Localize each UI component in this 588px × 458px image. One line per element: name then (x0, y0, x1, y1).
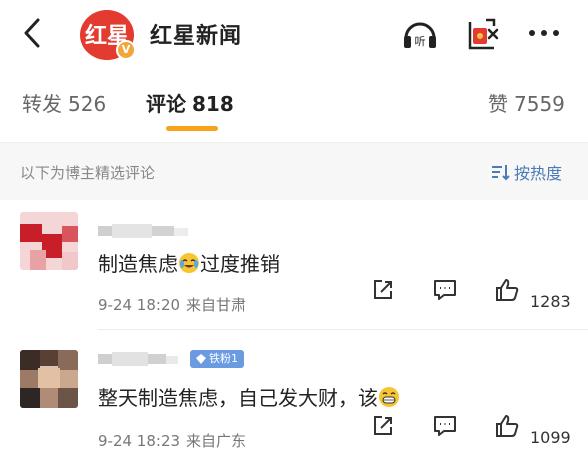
listen-label: 听 (415, 35, 426, 48)
username-obscured[interactable] (98, 352, 178, 366)
pixelated-avatar-image (20, 212, 78, 270)
comment-text-part-b: 过度推销 (200, 252, 280, 276)
username-obscured[interactable] (98, 224, 188, 238)
tab-like-count: 7559 (514, 92, 565, 116)
thumbs-up-icon[interactable] (494, 277, 520, 303)
comment-item: 制造焦虑 过度推销 9-24 18:20 来自甘肃 1283 (0, 200, 588, 330)
sort-icon (492, 165, 510, 181)
comment-text: 制造焦虑 过度推销 (98, 248, 280, 277)
fan-badge: 铁粉1 (190, 350, 244, 368)
tab-like[interactable]: 赞 7559 (488, 88, 565, 117)
active-tab-underline (166, 126, 218, 131)
comment-text-part-a: 制造焦虑 (98, 252, 178, 276)
headphones-listen-icon[interactable]: 听 (400, 14, 440, 54)
tab-comment-count: 818 (192, 92, 234, 116)
red-packet-icon[interactable] (462, 14, 502, 54)
comment-location: 来自甘肃 (186, 296, 247, 314)
tab-forward-count: 526 (68, 92, 107, 116)
comment-meta: 9-24 18:20 来自甘肃 (98, 294, 246, 315)
reply-icon[interactable] (432, 277, 458, 303)
section-divider (0, 142, 588, 143)
pixelated-avatar-image (20, 350, 78, 408)
cry-laugh-emoji-icon (179, 253, 199, 273)
tab-forward-label: 转发 (22, 92, 62, 116)
avatar[interactable] (20, 212, 78, 270)
grin-emoji-icon (379, 387, 399, 407)
post-tabs: 转发 526 评论 818 赞 7559 (0, 68, 588, 134)
sort-by-hot-button[interactable]: 按热度 (490, 160, 562, 184)
account-title[interactable]: 红星新闻 (150, 18, 242, 50)
reply-icon[interactable] (432, 413, 458, 439)
more-options-icon[interactable] (524, 20, 564, 46)
avatar[interactable] (20, 350, 78, 408)
comment-meta: 9-24 18:23 来自广东 (98, 430, 246, 451)
top-bar: 红星 V 红星新闻 听 (0, 0, 588, 68)
comment-item: 铁粉1 整天制造焦虑，自己发大财，该 9-24 18:23 来自广东 1099 (0, 330, 588, 458)
thumbs-up-icon[interactable] (494, 413, 520, 439)
section-label: 以下为博主精选评论 (20, 164, 156, 182)
tab-comment-label: 评论 (146, 92, 186, 116)
like-count: 1283 (530, 292, 571, 311)
tab-forward[interactable]: 转发 526 (22, 88, 106, 117)
fan-badge-label: 铁粉1 (209, 352, 238, 365)
share-icon[interactable] (370, 277, 396, 303)
tab-like-label: 赞 (488, 92, 508, 116)
share-icon[interactable] (370, 413, 396, 439)
diamond-icon (196, 354, 206, 364)
verified-badge: V (116, 40, 136, 60)
comment-text-part-a: 整天制造焦虑，自己发大财，该 (98, 386, 378, 410)
comment-date: 9-24 18:23 (98, 432, 181, 450)
comment-text: 整天制造焦虑，自己发大财，该 (98, 382, 400, 411)
comment-date: 9-24 18:20 (98, 296, 181, 314)
like-count: 1099 (530, 428, 571, 447)
back-arrow-icon[interactable] (18, 16, 48, 50)
comment-location: 来自广东 (186, 432, 247, 450)
tab-comment[interactable]: 评论 818 (146, 88, 234, 117)
sort-label: 按热度 (514, 164, 563, 183)
